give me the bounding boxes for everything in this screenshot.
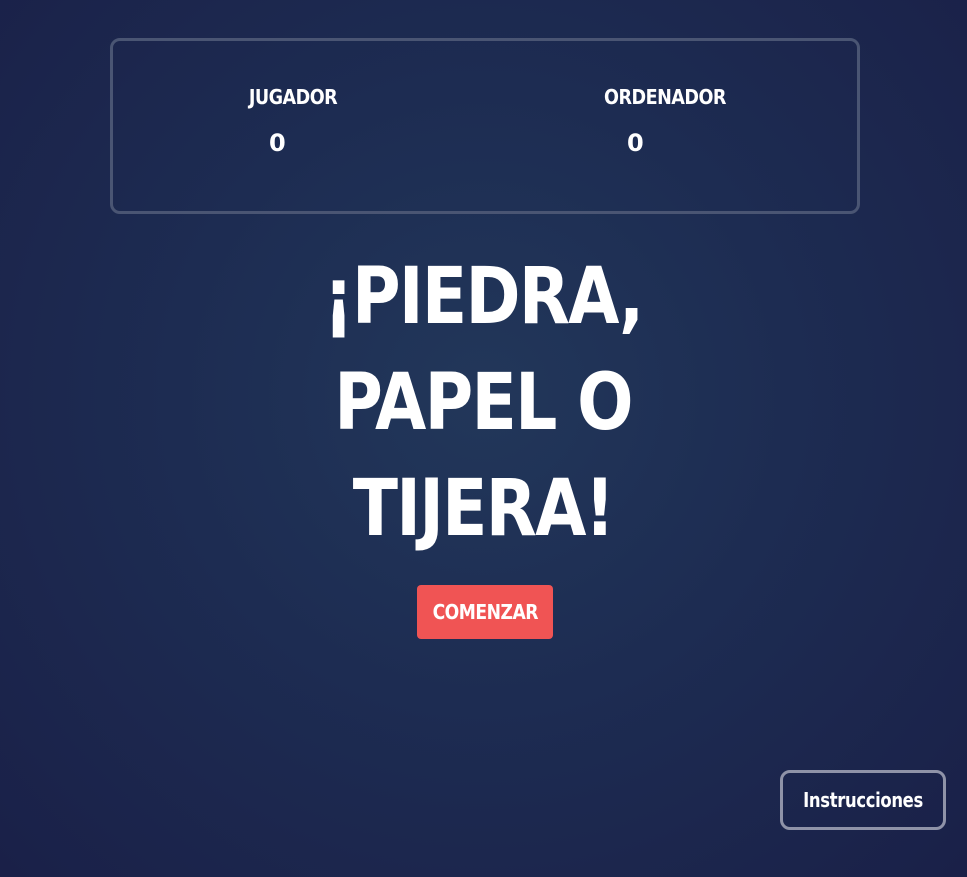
start-button-label: COMENZAR: [432, 600, 538, 624]
start-button[interactable]: COMENZAR: [417, 585, 553, 639]
game-title: ¡PIEDRA, PAPEL O TIJERA!: [228, 244, 738, 562]
instructions-button[interactable]: Instrucciones: [780, 770, 946, 830]
scoreboard: JUGADOR 0 ORDENADOR 0: [110, 38, 860, 214]
computer-label: ORDENADOR: [604, 85, 726, 109]
player-label: JUGADOR: [248, 85, 338, 109]
player-score: 0: [269, 129, 286, 157]
title-line-2: PAPEL O: [334, 358, 633, 448]
instructions-button-label: Instrucciones: [803, 788, 923, 812]
title-line-1: ¡PIEDRA,: [323, 252, 644, 342]
computer-score: 0: [627, 129, 644, 157]
title-line-3: TIJERA!: [352, 464, 615, 554]
